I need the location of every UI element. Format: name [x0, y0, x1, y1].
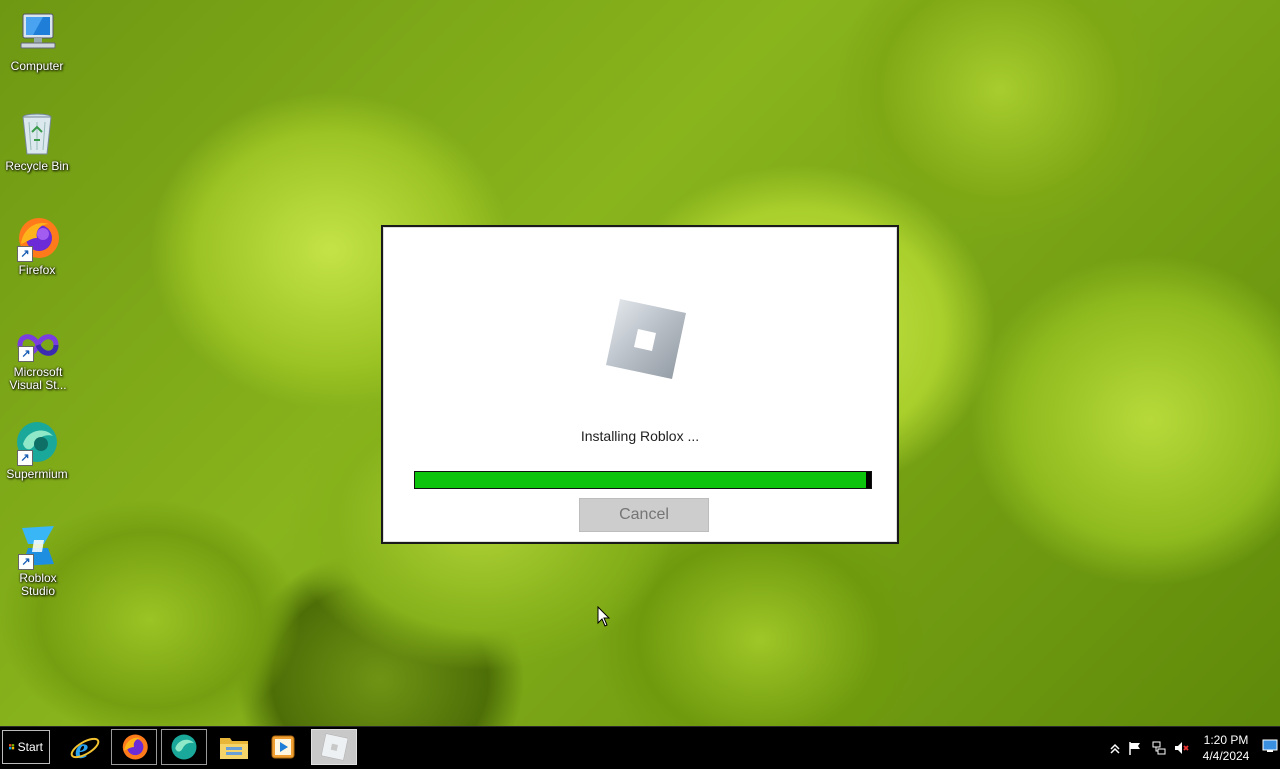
desktop: Computer Recycle Bin ↗ Firefox ↗ Microso… [0, 0, 1280, 726]
system-tray: 1:20 PM 4/4/2024 [1105, 727, 1280, 769]
recycle-bin-icon [13, 110, 61, 158]
desktop-icon-roblox-studio[interactable]: ↗ Roblox Studio [2, 522, 74, 598]
shortcut-arrow-icon: ↗ [18, 554, 34, 570]
file-explorer-icon [220, 738, 248, 759]
computer-icon [13, 10, 61, 58]
taskbar-clock[interactable]: 1:20 PM 4/4/2024 [1195, 732, 1257, 764]
install-progress-fill [415, 472, 867, 488]
start-button[interactable]: Start [2, 730, 50, 764]
roblox-studio-icon: ↗ [14, 522, 62, 570]
network-icon[interactable] [1151, 740, 1167, 756]
roblox-installer-dialog: Installing Roblox ... Cancel [381, 225, 899, 544]
roblox-icon [321, 733, 348, 761]
action-center-flag-icon[interactable] [1127, 740, 1143, 756]
media-player-icon [271, 735, 295, 759]
desktop-icon-label: Roblox Studio [19, 571, 57, 598]
taskbar-internet-explorer[interactable]: e [62, 729, 108, 765]
install-status-text: Installing Roblox ... [580, 428, 700, 444]
desktop-icon-firefox[interactable]: ↗ Firefox [2, 214, 72, 277]
roblox-logo-icon [602, 297, 686, 381]
firefox-icon [122, 734, 148, 760]
taskbar-firefox[interactable] [111, 729, 157, 765]
visual-studio-icon: ↗ [14, 328, 62, 362]
desktop-icon-visual-studio[interactable]: ↗ Microsoft Visual St... [2, 328, 74, 392]
desktop-icon-label: Firefox [18, 263, 56, 277]
firefox-icon: ↗ [13, 214, 61, 262]
install-progress-bar [414, 471, 872, 489]
cancel-button[interactable]: Cancel [579, 498, 709, 532]
windows-logo-icon [9, 744, 15, 750]
taskbar-roblox-installer[interactable] [311, 729, 357, 765]
taskbar-file-explorer[interactable] [211, 729, 257, 765]
desktop-icon-computer[interactable]: Computer [2, 10, 72, 73]
shortcut-arrow-icon: ↗ [17, 246, 33, 262]
supermium-icon [171, 734, 197, 760]
show-desktop-icon[interactable] [1262, 739, 1278, 753]
taskbar-media-player[interactable] [260, 729, 306, 765]
clock-time: 1:20 PM [1203, 733, 1249, 747]
start-label: Start [17, 740, 43, 754]
supermium-icon: ↗ [13, 418, 61, 466]
desktop-icon-supermium[interactable]: ↗ Supermium [2, 418, 72, 481]
taskbar: Start e 1:20 PM 4/4/2024 [0, 726, 1280, 769]
volume-muted-icon[interactable] [1173, 740, 1189, 756]
taskbar-supermium[interactable] [161, 729, 207, 765]
shortcut-arrow-icon: ↗ [17, 450, 33, 466]
desktop-icon-recycle-bin[interactable]: Recycle Bin [2, 110, 72, 173]
shortcut-arrow-icon: ↗ [18, 346, 34, 362]
desktop-icon-label: Computer [10, 59, 64, 73]
internet-explorer-icon: e [70, 732, 100, 763]
mouse-cursor-icon [597, 606, 611, 627]
desktop-icon-label: Supermium [6, 467, 68, 481]
clock-date: 4/4/2024 [1202, 749, 1250, 763]
show-hidden-icons-chevron-icon[interactable] [1107, 740, 1123, 756]
desktop-icon-label: Microsoft Visual St... [9, 365, 67, 392]
desktop-icon-label: Recycle Bin [5, 159, 69, 173]
